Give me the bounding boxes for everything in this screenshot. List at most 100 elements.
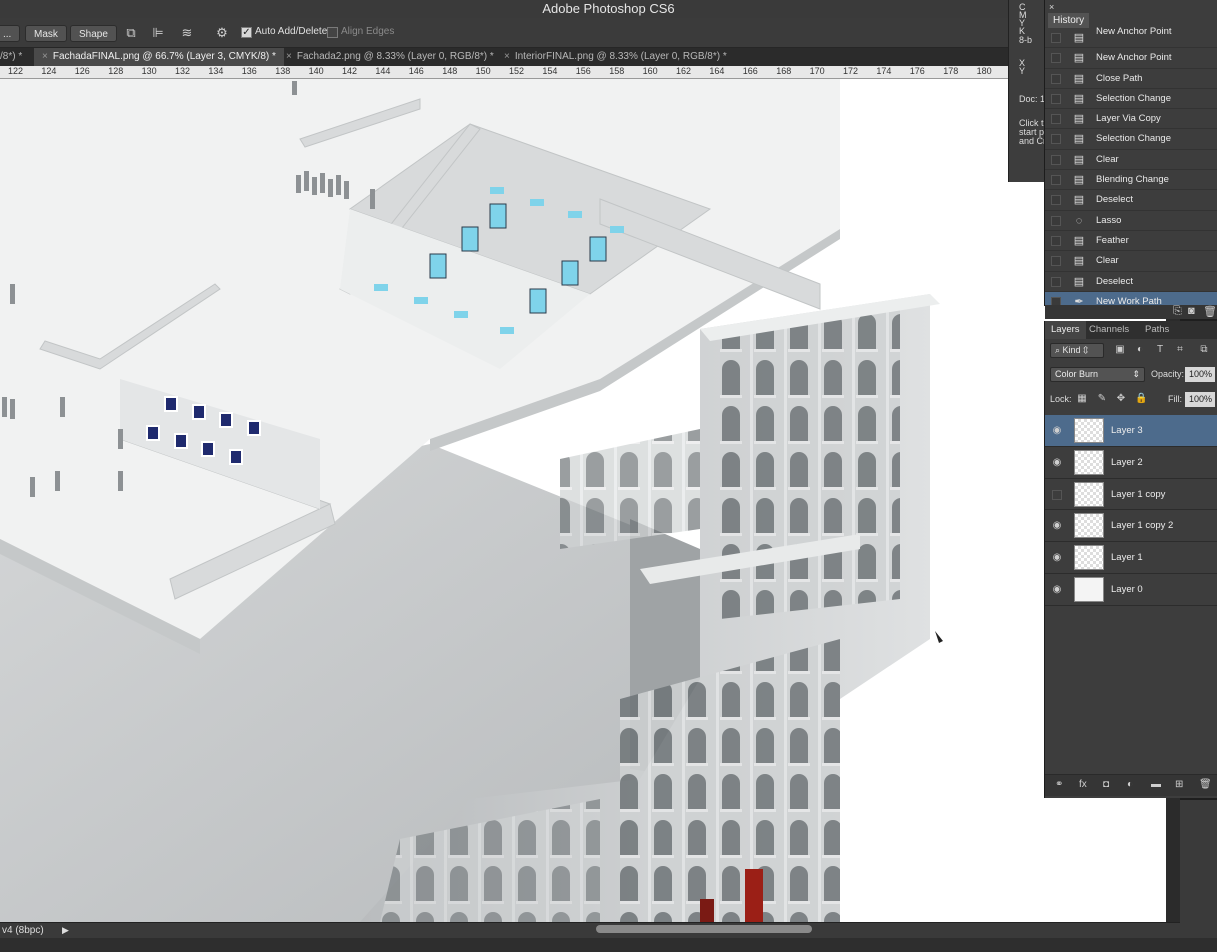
layer-thumbnail <box>1074 418 1104 443</box>
layer-name[interactable]: Layer 3 <box>1111 425 1143 436</box>
layer-name[interactable]: Layer 1 <box>1111 552 1143 563</box>
blend-row: Color Burn ⇕ Opacity: 100% <box>1045 364 1217 386</box>
history-snapshot-checkbox[interactable] <box>1051 73 1061 84</box>
shape-button[interactable]: Shape <box>70 25 117 42</box>
document-canvas[interactable] <box>0 79 1166 922</box>
history-item-label: Deselect <box>1096 194 1133 206</box>
path-arrangement-icon[interactable]: ≋ <box>178 24 196 42</box>
type-filter-icon[interactable]: T <box>1153 343 1167 357</box>
history-item-label: Blending Change <box>1096 174 1169 186</box>
history-snapshot-checkbox[interactable] <box>1051 175 1061 186</box>
history-item[interactable]: ▤ Blending Change <box>1045 170 1217 191</box>
auto-add-delete-checkbox[interactable]: ✓ <box>241 27 252 38</box>
layer-row[interactable]: ◉ Layer 1 copy 2 <box>1045 510 1217 543</box>
close-icon[interactable]: × <box>1049 2 1054 12</box>
adjustment-layer-icon[interactable]: ◐ <box>1127 779 1133 790</box>
history-snapshot-checkbox[interactable] <box>1051 33 1061 43</box>
tab-channels[interactable]: Channels <box>1083 321 1135 339</box>
history-snapshot-checkbox[interactable] <box>1051 93 1061 104</box>
smart-object-filter-icon[interactable]: ⧉ <box>1197 343 1211 357</box>
horizontal-ruler[interactable]: 122 124 126 128 130 132 134 136 138 140 142 144 146 1… <box>0 66 1010 79</box>
history-item[interactable]: ▤ Feather <box>1045 231 1217 252</box>
document-tab-2[interactable]: × FachadaFINAL.png @ 66.7% (Layer 3, CMYK… <box>34 48 284 66</box>
new-document-from-state-icon[interactable]: ⎘ <box>1173 305 1182 318</box>
path-operations-icon[interactable]: ⧉ <box>122 24 140 42</box>
trash-icon[interactable]: 🗑 <box>1203 305 1217 318</box>
history-item[interactable]: ▤ New Anchor Point <box>1045 26 1217 49</box>
lock-position-icon[interactable]: ✥ <box>1115 393 1127 405</box>
lock-all-icon[interactable]: 🔒 <box>1135 393 1147 405</box>
history-list: ▤ New Anchor Point ▤ New Anchor Point ▤ Close… <box>1045 26 1217 313</box>
eye-icon[interactable]: ◉ <box>1051 584 1063 596</box>
history-snapshot-checkbox[interactable] <box>1051 134 1061 145</box>
history-snapshot-checkbox[interactable] <box>1051 235 1061 246</box>
layer-name[interactable]: Layer 1 copy <box>1111 489 1165 500</box>
layer-row[interactable]: ◉ Layer 0 <box>1045 574 1217 606</box>
close-icon[interactable]: × <box>42 51 48 62</box>
history-item[interactable]: ▤ Close Path <box>1045 69 1217 89</box>
add-mask-icon[interactable]: ◘ <box>1103 779 1109 790</box>
horizontal-scrollbar[interactable] <box>596 925 812 933</box>
tab-paths[interactable]: Paths <box>1139 321 1175 339</box>
history-snapshot-checkbox[interactable] <box>1051 195 1061 206</box>
new-group-folder-icon[interactable]: ▬ <box>1151 779 1161 790</box>
history-item[interactable]: ▤ Selection Change <box>1045 129 1217 150</box>
ruler-tick-label: 142 <box>342 66 358 76</box>
gear-icon[interactable]: ⚙ <box>213 24 231 42</box>
eye-icon[interactable]: ◉ <box>1051 457 1063 469</box>
shape-filter-icon[interactable]: ⌗ <box>1173 343 1187 357</box>
align-edges-checkbox[interactable] <box>327 27 338 38</box>
history-item[interactable]: ◌ Lasso <box>1045 211 1217 231</box>
eye-icon[interactable]: ◉ <box>1051 552 1063 564</box>
layer-row[interactable]: ◉ Layer 3 <box>1045 415 1217 447</box>
close-icon[interactable]: × <box>504 51 510 62</box>
layer-name[interactable]: Layer 2 <box>1111 457 1143 468</box>
path-alignment-icon[interactable]: ⊫ <box>149 24 167 42</box>
history-item[interactable]: ▤ Deselect <box>1045 190 1217 211</box>
history-footer: ⎘ ◙ 🗑 <box>1045 305 1217 319</box>
layer-name[interactable]: Layer 1 copy 2 <box>1111 520 1173 531</box>
eye-icon[interactable]: ◉ <box>1051 520 1063 532</box>
camera-icon[interactable]: ◙ <box>1188 305 1195 317</box>
filter-kind-select[interactable]: ⌕ Kind ⇕ <box>1050 343 1104 358</box>
blend-mode-select[interactable]: Color Burn ⇕ <box>1050 367 1145 382</box>
history-item[interactable]: ▤ Clear <box>1045 251 1217 272</box>
status-menu-arrow-icon[interactable]: ▶ <box>62 925 72 937</box>
trash-icon[interactable]: 🗑 <box>1199 779 1212 790</box>
document-tab-4[interactable]: × InteriorFINAL.png @ 8.33% (Layer 0, RGB… <box>496 48 735 66</box>
history-item[interactable]: ▤ Selection Change <box>1045 89 1217 110</box>
document-tab-3[interactable]: × Fachada2.png @ 8.33% (Layer 0, RGB/8*) … <box>278 48 502 66</box>
layer-row[interactable]: ◉ Layer 2 <box>1045 447 1217 479</box>
truncated-options-button[interactable]: ... <box>0 25 21 42</box>
link-layers-icon[interactable]: ⚭ <box>1055 779 1063 790</box>
history-snapshot-checkbox[interactable] <box>1051 276 1061 287</box>
history-item[interactable]: ▤ Layer Via Copy <box>1045 109 1217 130</box>
lock-transparent-pixels-icon[interactable]: ▦ <box>1076 393 1088 405</box>
fill-input[interactable]: 100% <box>1185 392 1215 407</box>
pixel-filter-icon[interactable]: ▣ <box>1113 343 1127 357</box>
layer-name[interactable]: Layer 0 <box>1111 584 1143 595</box>
layer-row[interactable]: Layer 1 copy <box>1045 479 1217 511</box>
eye-icon[interactable] <box>1052 489 1062 500</box>
new-layer-icon[interactable]: ⊞ <box>1175 779 1183 790</box>
lock-image-pixels-icon[interactable]: ✎ <box>1096 393 1108 405</box>
opacity-input[interactable]: 100% <box>1185 367 1215 382</box>
document-tab-1[interactable]: /8*) * <box>0 48 30 66</box>
history-item[interactable]: ▤ New Anchor Point <box>1045 48 1217 69</box>
tab-layers[interactable]: Layers <box>1045 321 1086 339</box>
layer-style-fx-icon[interactable]: fx <box>1079 779 1087 790</box>
history-item[interactable]: ▤ Clear <box>1045 150 1217 171</box>
history-snapshot-checkbox[interactable] <box>1051 154 1061 165</box>
history-snapshot-checkbox[interactable] <box>1051 53 1061 64</box>
history-snapshot-checkbox[interactable] <box>1051 256 1061 267</box>
history-snapshot-checkbox[interactable] <box>1051 215 1061 226</box>
history-panel-title[interactable]: History <box>1048 13 1090 28</box>
history-snapshot-checkbox[interactable] <box>1051 114 1061 125</box>
layer-row[interactable]: ◉ Layer 1 <box>1045 542 1217 574</box>
history-state-icon: ▤ <box>1073 72 1085 85</box>
adjustment-filter-icon[interactable]: ◐ <box>1133 343 1147 357</box>
close-icon[interactable]: × <box>286 51 292 62</box>
mask-button[interactable]: Mask <box>25 25 67 42</box>
eye-icon[interactable]: ◉ <box>1051 425 1063 437</box>
history-item[interactable]: ▤ Deselect <box>1045 272 1217 292</box>
